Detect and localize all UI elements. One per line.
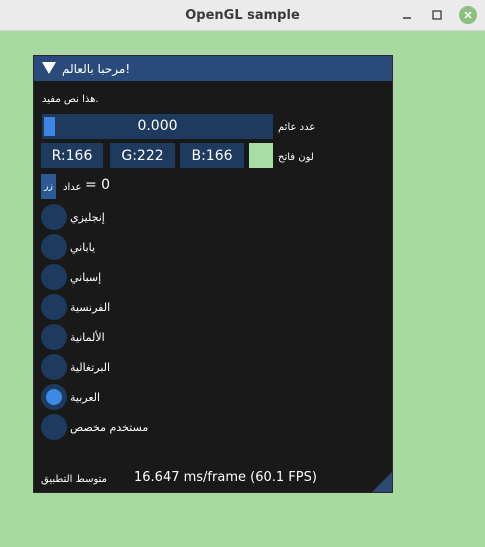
radio-label-french: الفرنسية xyxy=(70,301,111,314)
fps-readout: 16.647 ms/frame (60.1 FPS) xyxy=(134,470,317,485)
radio-spanish[interactable] xyxy=(41,264,67,290)
radio-japanese[interactable] xyxy=(41,234,67,260)
resize-grip-icon[interactable] xyxy=(372,472,392,492)
radio-custom-user[interactable] xyxy=(41,414,67,440)
imgui-window[interactable]: مرحبا بالعالم! هذا نص مفيد. 0.000 عدد عا… xyxy=(33,55,393,493)
imgui-window-title: مرحبا بالعالم! xyxy=(62,62,131,76)
help-text: هذا نص مفيد. xyxy=(42,94,99,105)
float-slider[interactable]: 0.000 xyxy=(42,114,273,139)
radio-label-german: الألمانية xyxy=(70,331,105,344)
minimize-icon xyxy=(403,17,411,19)
collapse-arrow-icon[interactable] xyxy=(42,62,56,74)
button[interactable]: زر xyxy=(41,174,56,199)
radio-label-spanish: إسباني xyxy=(70,271,102,284)
slider-label: عدد عائم xyxy=(278,122,316,133)
radio-label-arabic: العربية xyxy=(70,391,101,404)
footer-label: متوسط التطبيق xyxy=(41,474,108,485)
color-r-field[interactable]: R:166 xyxy=(41,143,103,168)
radio-english[interactable] xyxy=(41,204,67,230)
imgui-title-bar[interactable]: مرحبا بالعالم! xyxy=(34,56,392,81)
window-titlebar[interactable]: OpenGL sample xyxy=(0,0,485,31)
radio-german[interactable] xyxy=(41,324,67,350)
maximize-icon xyxy=(432,10,442,20)
color-swatch[interactable] xyxy=(249,143,273,168)
radio-french[interactable] xyxy=(41,294,67,320)
radio-label-custom-user: مستخدم مخصص xyxy=(70,421,149,434)
minimize-button[interactable] xyxy=(397,5,417,25)
maximize-button[interactable] xyxy=(427,5,447,25)
color-b-field[interactable]: B:166 xyxy=(180,143,244,168)
radio-arabic[interactable] xyxy=(41,384,67,410)
radio-label-portuguese: البرتغالية xyxy=(70,361,111,374)
color-label: لون فاتح xyxy=(278,152,314,163)
radio-label-japanese: ياباني xyxy=(70,241,96,254)
close-button[interactable] xyxy=(459,6,477,24)
radio-portuguese[interactable] xyxy=(41,354,67,380)
counter-value: = 0 xyxy=(85,177,111,193)
slider-value: 0.000 xyxy=(137,118,178,134)
radio-label-english: إنجليزي xyxy=(70,211,105,224)
radio-selected-dot xyxy=(46,389,62,405)
close-icon xyxy=(464,11,472,19)
counter-label: عداد xyxy=(63,182,82,193)
color-g-field[interactable]: G:222 xyxy=(110,143,175,168)
